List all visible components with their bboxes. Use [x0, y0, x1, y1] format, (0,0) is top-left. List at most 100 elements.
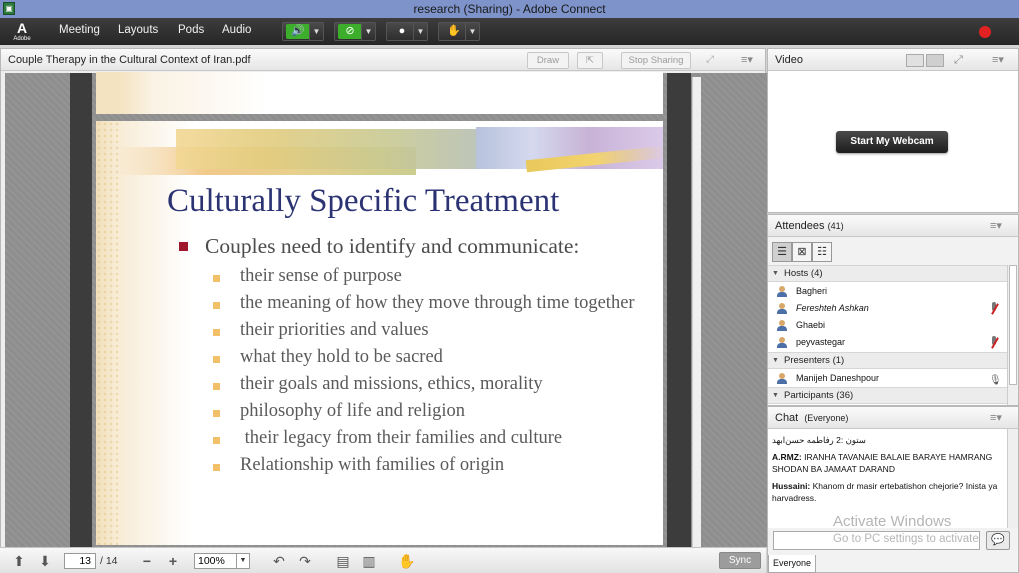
webcam-icon: ●	[398, 25, 406, 37]
next-page-arrow-icon[interactable]: ⬇	[36, 552, 54, 570]
window-title: research (Sharing) - Adobe Connect	[413, 2, 606, 16]
chat-sender: Hussaini:	[772, 481, 811, 491]
pod-menu-icon[interactable]: ≡▾	[990, 215, 1002, 237]
pod-menu-icon[interactable]: ≡▾	[990, 407, 1002, 429]
grid-view-icon[interactable]	[906, 54, 924, 67]
pod-menu-icon[interactable]: ≡▾	[992, 49, 1004, 71]
host-user-icon	[776, 337, 788, 348]
attendees-pod: Attendees (41) ≡▾ ☰ ⊠ ☷ ▼ Hosts (4) Baghe…	[767, 214, 1019, 406]
sub-point-text: their priorities and values	[240, 320, 429, 340]
attendee-scrollbar[interactable]	[1007, 265, 1018, 405]
attendees-pod-header: Attendees (41) ≡▾	[768, 215, 1018, 237]
group-participants[interactable]: ▼ Participants (36)	[768, 387, 1007, 404]
rotate-left-icon[interactable]: ↶	[270, 552, 288, 570]
webcam-button[interactable]: ● ▼	[386, 22, 428, 41]
sync-button[interactable]: Sync	[719, 552, 761, 569]
chat-scrollbar[interactable]	[1007, 429, 1018, 528]
start-webcam-button[interactable]: Start My Webcam	[836, 131, 948, 153]
zoom-value: 100%	[198, 555, 225, 567]
slide-sub-point: Relationship with families of origin	[213, 455, 653, 481]
rotate-right-icon[interactable]: ↷	[296, 552, 314, 570]
pod-menu-icon[interactable]: ≡▾	[741, 49, 753, 71]
attendee-row[interactable]: Ghaebi	[768, 317, 1007, 334]
zoom-in-icon[interactable]: +	[164, 552, 182, 570]
chat-tab-everyone[interactable]: Everyone	[768, 555, 816, 573]
status-view-icon[interactable]: ☷	[812, 242, 832, 262]
filmstrip-view-icon[interactable]	[926, 54, 944, 67]
sub-bullet-icon	[213, 464, 220, 471]
chevron-down-icon[interactable]: ▼	[309, 23, 323, 40]
chevron-down-icon[interactable]: ▼	[465, 23, 479, 40]
attendees-title: Attendees	[775, 220, 825, 232]
fit-page-icon[interactable]: ▤	[334, 552, 352, 570]
speaker-button[interactable]: 🔊 ▼	[282, 22, 324, 41]
slide-title: Culturally Specific Treatment	[167, 183, 560, 219]
group-label: Participants (36)	[784, 390, 854, 401]
zoom-out-icon[interactable]: −	[138, 552, 156, 570]
chat-text: ستون :2 رفاطمه حسن‌ابهد	[772, 435, 866, 445]
attendee-row[interactable]: peyvastegar	[768, 334, 1007, 351]
app-icon: ▣	[3, 2, 15, 15]
page-gutter-right	[667, 73, 691, 547]
draw-button[interactable]: Draw	[527, 52, 569, 69]
sub-bullet-icon	[213, 275, 220, 282]
group-label: Presenters (1)	[784, 355, 845, 366]
hand-tool-icon[interactable]: ✋	[398, 552, 416, 570]
chat-text: IRANHA TAVANAIE BALAIE BARAYE HAMRANG SH…	[772, 452, 993, 474]
scrollbar-thumb[interactable]	[1009, 265, 1017, 385]
raise-hand-button[interactable]: ✋ ▼	[438, 22, 480, 41]
recording-indicator-icon[interactable]	[979, 26, 991, 38]
sub-point-text: what they hold to be sacred	[240, 347, 443, 367]
attendee-name: peyvastegar	[796, 337, 846, 347]
chevron-down-icon[interactable]: ▼	[236, 554, 249, 568]
zoom-select[interactable]: 100% ▼	[194, 553, 250, 569]
slide-main-point: Couples need to identify and communicate…	[205, 234, 580, 258]
menu-layouts[interactable]: Layouts	[118, 24, 158, 36]
fullscreen-icon[interactable]: ⤢	[701, 52, 719, 69]
attendee-row[interactable]: Manijeh Daneshpour 🎙	[768, 370, 1007, 387]
video-pod: Video ⤢ ≡▾ Start My Webcam	[767, 48, 1019, 213]
presenter-user-icon	[776, 373, 788, 384]
menu-meeting[interactable]: Meeting	[59, 24, 100, 36]
attendee-name: Manijeh Daneshpour	[796, 373, 880, 383]
previous-page	[96, 72, 663, 114]
stop-sharing-button[interactable]: Stop Sharing	[621, 52, 691, 69]
attendee-row[interactable]: Fereshteh Ashkan	[768, 300, 1007, 317]
attendee-list: ▼ Hosts (4) Bagheri Fereshteh Ashkan Ghae…	[768, 265, 1007, 405]
video-pod-header: Video ⤢ ≡▾	[768, 49, 1018, 71]
sub-bullet-icon	[213, 410, 220, 417]
chat-messages: ستون :2 رفاطمه حسن‌ابهد A.RMZ: IRANHA TA…	[768, 429, 1007, 528]
pointer-icon: ⇱	[586, 55, 594, 66]
menu-audio[interactable]: Audio	[222, 24, 251, 36]
slide-sub-point: their goals and missions, ethics, morali…	[213, 374, 653, 400]
menu-pods[interactable]: Pods	[178, 24, 204, 36]
document-toolbar: ⬆ ⬇ 13 / 14 − + 100% ▼ ↶ ↷ ▤ ▥ ✋ Sync	[0, 547, 766, 573]
chevron-down-icon[interactable]: ▼	[361, 23, 375, 40]
group-hosts[interactable]: ▼ Hosts (4)	[768, 265, 1007, 282]
host-user-icon	[776, 303, 788, 314]
collapse-triangle-icon: ▼	[772, 357, 779, 364]
menubar: A Adobe Meeting Layouts Pods Audio 🔊 ▼ ⊘…	[0, 18, 1019, 45]
page-number-input[interactable]: 13	[64, 553, 96, 569]
attendee-row[interactable]: Bagheri	[768, 283, 1007, 300]
chat-send-button[interactable]: 💬	[986, 531, 1010, 550]
breakout-view-icon[interactable]: ⊠	[792, 242, 812, 262]
slide-sub-point: the meaning of how they move through tim…	[213, 293, 653, 319]
group-presenters[interactable]: ▼ Presenters (1)	[768, 352, 1007, 369]
banner-leaves	[176, 129, 476, 169]
fullscreen-icon[interactable]: ⤢	[954, 49, 963, 71]
microphone-muted-icon	[989, 302, 999, 315]
microphone-off-icon: ⊘	[338, 24, 362, 39]
pointer-button[interactable]: ⇱	[577, 52, 603, 69]
document-scrollbar[interactable]	[692, 77, 701, 563]
previous-page-arrow-icon[interactable]: ⬆	[10, 552, 28, 570]
chevron-down-icon[interactable]: ▼	[413, 23, 427, 40]
sub-bullet-icon	[213, 437, 220, 444]
collapse-triangle-icon: ▼	[772, 392, 779, 399]
list-view-icon[interactable]: ☰	[772, 242, 792, 262]
chat-input[interactable]	[773, 531, 980, 550]
fit-width-icon[interactable]: ▥	[360, 552, 378, 570]
microphone-button[interactable]: ⊘ ▼	[334, 22, 376, 41]
hand-status-icon: ✋	[447, 25, 461, 37]
collapse-triangle-icon: ▼	[772, 270, 779, 277]
